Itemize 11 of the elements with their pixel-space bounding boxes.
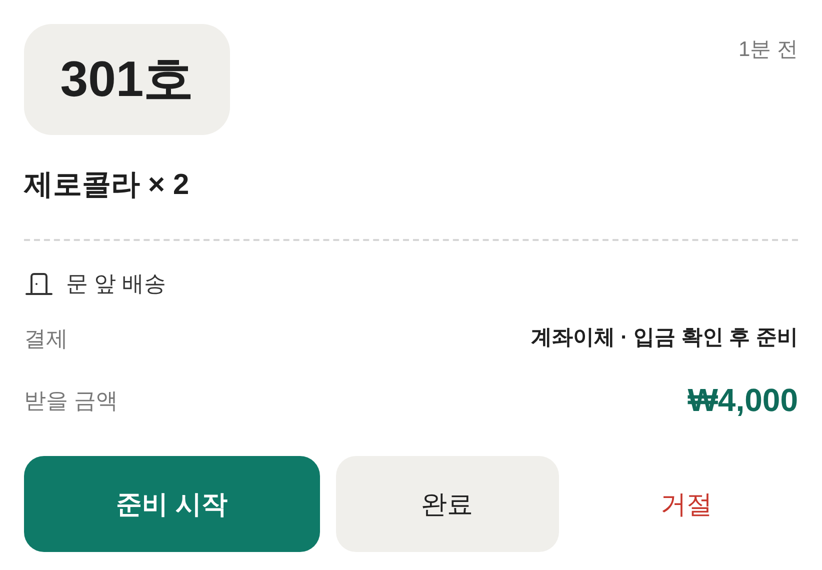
action-button[interactable]: 준비 시작 [24, 456, 320, 552]
row-label: 결제 [24, 324, 68, 352]
item-title: 제로콜라 × 2 [24, 168, 190, 203]
action-button[interactable]: 완료 [336, 456, 559, 552]
room-badge: 301호 [24, 24, 230, 135]
row-value: ₩4,000 [688, 381, 798, 420]
action-button[interactable]: 거절 [574, 456, 798, 552]
delivery-label: 문 앞 배송 [66, 270, 166, 298]
row-value: 계좌이체 · 입금 확인 후 준비 [530, 325, 798, 352]
row-label: 받을 금액 [24, 386, 118, 414]
time-label: 1분 전 [738, 37, 798, 63]
